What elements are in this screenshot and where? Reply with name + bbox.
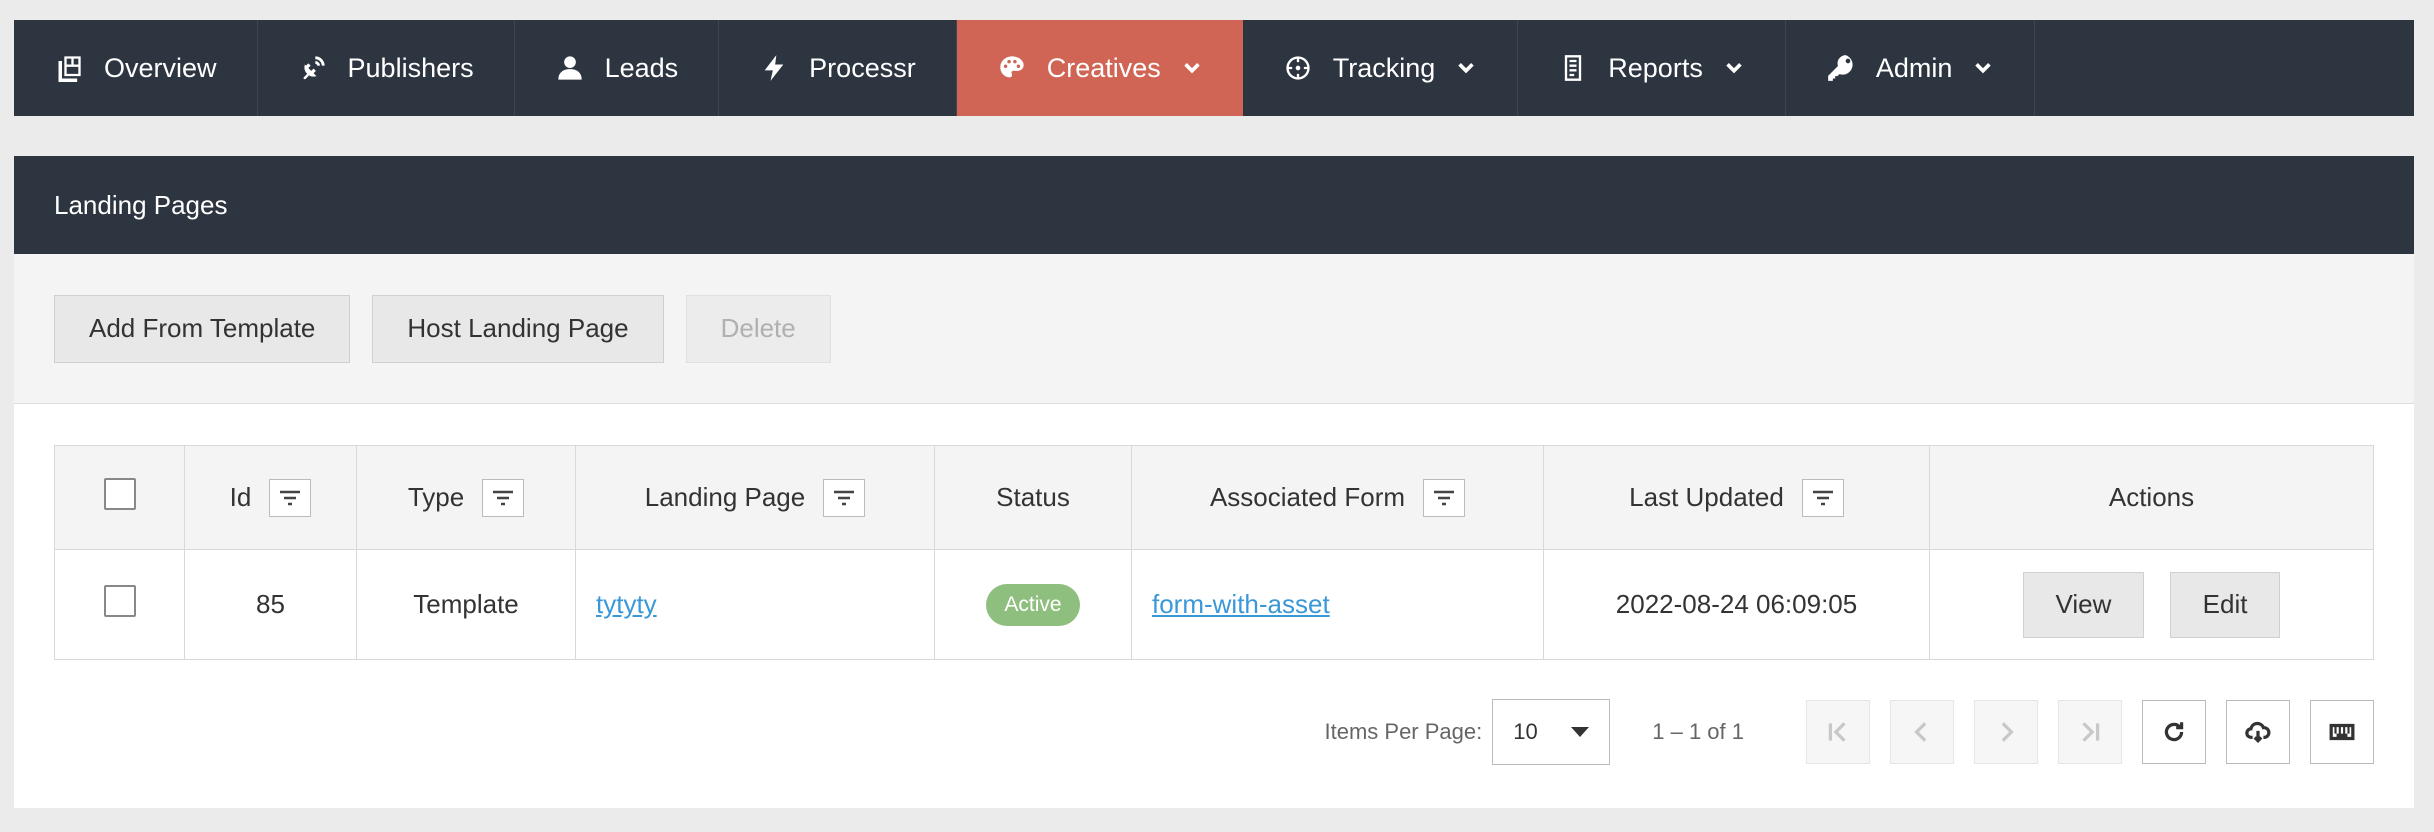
previous-page-button[interactable] (1890, 700, 1954, 764)
column-actions: Actions (1929, 445, 2374, 550)
items-per-page-select[interactable]: 10 (1492, 699, 1611, 765)
items-per-page-label: Items Per Page: (1324, 719, 1483, 744)
column-type: Type (356, 445, 576, 550)
column-label: Id (229, 482, 252, 512)
filter-icon[interactable] (823, 478, 866, 517)
table-row: 85 Template tytyty Active form-with-asse… (54, 549, 2374, 660)
page-range-label: 1 – 1 of 1 (1652, 719, 1744, 744)
select-all-checkbox[interactable] (103, 478, 136, 510)
next-page-button[interactable] (1974, 700, 2038, 764)
user-icon (555, 53, 585, 83)
cell-landing-page: tytyty (575, 549, 935, 660)
associated-form-link[interactable]: form-with-asset (1152, 589, 1330, 619)
crosshairs-icon (1283, 53, 1313, 83)
page-title: Landing Pages (54, 189, 228, 220)
cell-last-updated: 2022-08-24 06:09:05 (1543, 549, 1930, 660)
cell-associated-form: form-with-asset (1131, 549, 1544, 660)
nav-item-publishers[interactable]: Publishers (258, 20, 515, 116)
column-id: Id (184, 445, 357, 550)
filter-icon[interactable] (482, 478, 525, 517)
first-page-icon (1828, 722, 1846, 742)
landing-pages-table: Id Type Landing Page Status Associated F… (54, 445, 2374, 660)
nav-item-leads[interactable]: Leads (515, 20, 720, 116)
nav-item-label: Tracking (1332, 52, 1436, 83)
main-nav: Overview Publishers Leads Processr Creat… (14, 20, 2414, 116)
chevron-left-icon (1914, 722, 1927, 742)
nav-item-overview[interactable]: Overview (14, 20, 258, 116)
column-status: Status (934, 445, 1132, 550)
nav-item-label: Overview (104, 52, 217, 83)
landing-page-link[interactable]: tytyty (596, 589, 657, 619)
delete-button[interactable]: Delete (685, 294, 831, 363)
cell-status: Active (934, 549, 1132, 660)
first-page-button[interactable] (1806, 700, 1870, 764)
export-button[interactable] (2226, 700, 2290, 764)
report-icon (1558, 53, 1588, 83)
column-label: Type (407, 482, 465, 512)
panel-header: Landing Pages (14, 156, 2414, 254)
cloud-download-icon (2245, 721, 2271, 743)
nav-item-admin[interactable]: Admin (1786, 20, 2036, 116)
column-last-updated: Last Updated (1543, 445, 1930, 550)
column-label: Last Updated (1629, 482, 1784, 512)
landing-pages-panel: Landing Pages Add From Template Host Lan… (14, 156, 2414, 808)
column-label: Status (996, 482, 1070, 512)
row-checkbox[interactable] (103, 585, 136, 617)
filter-icon[interactable] (1801, 478, 1844, 517)
caret-down-icon (1571, 727, 1590, 737)
cell-actions: View Edit (1929, 549, 2374, 660)
column-label: Actions (2108, 482, 2195, 512)
keyboard-shortcuts-button[interactable] (2310, 700, 2374, 764)
column-label: Landing Page (644, 482, 806, 512)
last-page-button[interactable] (2058, 700, 2122, 764)
cell-id: 85 (184, 549, 357, 660)
nav-item-tracking[interactable]: Tracking (1243, 20, 1519, 116)
view-button[interactable]: View (2022, 571, 2145, 638)
key-icon (1826, 53, 1856, 83)
nav-item-reports[interactable]: Reports (1518, 20, 1786, 116)
nav-item-processr[interactable]: Processr (719, 20, 957, 116)
edit-button[interactable]: Edit (2169, 571, 2281, 638)
paginator: Items Per Page: 10 1 – 1 of 1 (1324, 699, 2374, 765)
last-page-icon (2082, 722, 2100, 742)
table-header-row: Id Type Landing Page Status Associated F… (54, 445, 2374, 550)
column-label: Associated Form (1209, 482, 1406, 512)
keyboard-icon (2329, 723, 2355, 741)
chevron-down-icon (1972, 57, 1994, 79)
items-per-page-value: 10 (1513, 719, 1538, 744)
palette-icon (997, 53, 1027, 83)
nav-item-label: Reports (1608, 52, 1703, 83)
add-from-template-button[interactable]: Add From Template (54, 294, 351, 363)
nav-item-creatives[interactable]: Creatives (956, 20, 1243, 116)
nav-item-label: Admin (1875, 52, 1953, 83)
nav-item-label: Publishers (347, 52, 474, 83)
refresh-icon (2164, 722, 2184, 742)
toolbar: Add From Template Host Landing Page Dele… (14, 254, 2414, 404)
row-select-cell (54, 549, 185, 660)
chevron-down-icon (1181, 57, 1203, 79)
refresh-button[interactable] (2142, 700, 2206, 764)
cell-type: Template (356, 549, 576, 660)
filter-icon[interactable] (269, 478, 312, 517)
nav-item-label: Processr (809, 52, 916, 83)
status-badge: Active (986, 583, 1080, 626)
nav-item-label: Leads (604, 52, 679, 83)
satellite-dish-icon (298, 53, 328, 83)
nav-item-label: Creatives (1046, 52, 1161, 83)
chevron-right-icon (2001, 722, 2014, 742)
filter-icon[interactable] (1423, 478, 1466, 517)
select-all-cell (54, 445, 185, 550)
bolt-icon (759, 53, 789, 83)
column-landing-page: Landing Page (575, 445, 935, 550)
host-landing-page-button[interactable]: Host Landing Page (372, 294, 664, 363)
column-associated-form: Associated Form (1131, 445, 1544, 550)
chevron-down-icon (1723, 57, 1745, 79)
dashboard-icon (54, 53, 84, 83)
chevron-down-icon (1455, 57, 1477, 79)
